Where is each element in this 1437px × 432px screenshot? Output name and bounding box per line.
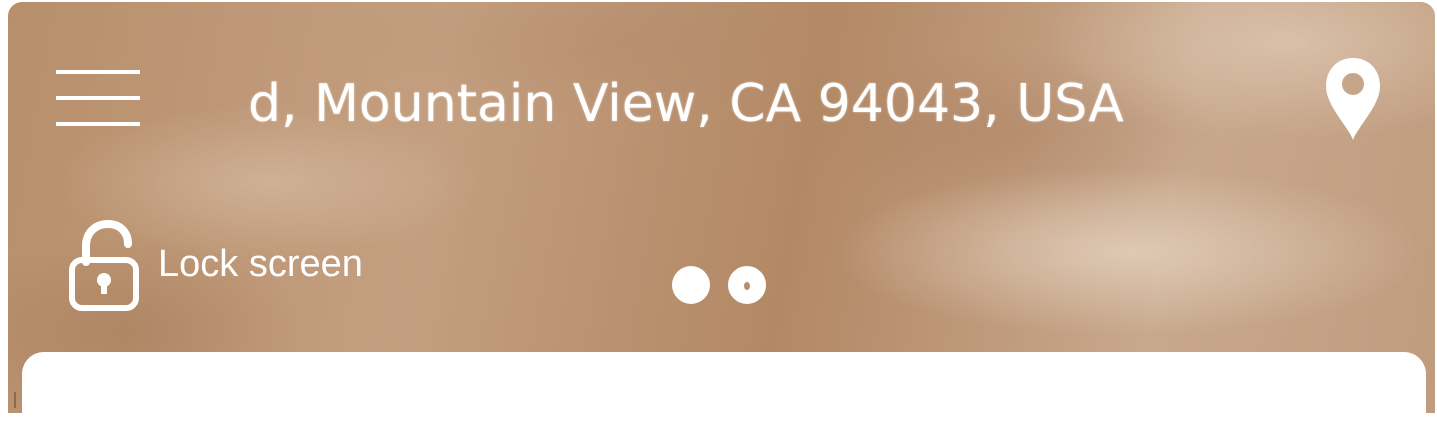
lock-screen-label: Lock screen: [158, 242, 363, 285]
menu-bar-bottom: [56, 122, 140, 126]
address-text: d, Mountain View, CA 94043, USA: [248, 74, 1124, 134]
page-indicator: [672, 266, 766, 306]
page-dot-2[interactable]: [728, 266, 766, 304]
lock-screen-button[interactable]: Lock screen: [68, 214, 363, 314]
unlocked-padlock-icon: [69, 219, 139, 311]
menu-bar-middle: [56, 96, 140, 100]
menu-bar-top: [56, 70, 140, 74]
edge-divider: [14, 392, 16, 408]
location-pin-button[interactable]: [1318, 54, 1388, 144]
page-dot-1[interactable]: [672, 266, 710, 304]
menu-button[interactable]: [54, 64, 142, 132]
bottom-sheet: [22, 352, 1426, 432]
location-pin-icon: [1326, 58, 1380, 140]
